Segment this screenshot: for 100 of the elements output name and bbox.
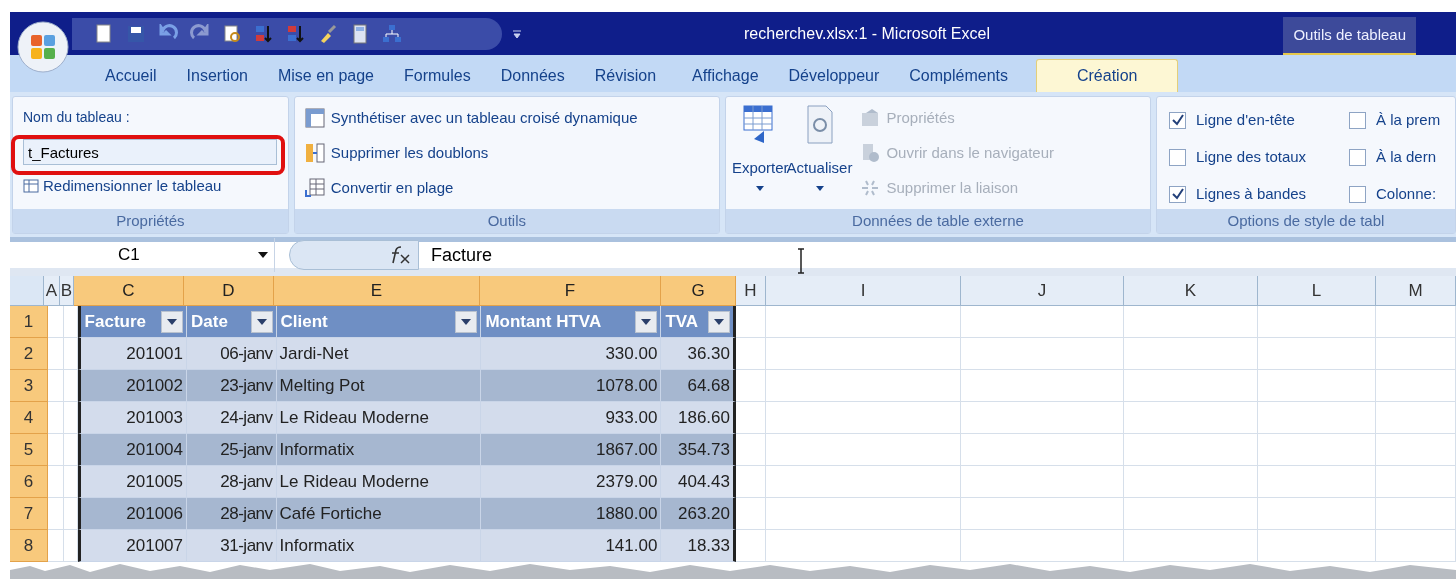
- grid-cell[interactable]: [1258, 466, 1376, 498]
- grid-cell[interactable]: [63, 306, 78, 338]
- row-header[interactable]: 6: [10, 466, 48, 498]
- grid-cell[interactable]: [1124, 338, 1258, 370]
- grid-cell[interactable]: [1258, 402, 1376, 434]
- table-name-field[interactable]: t_Factures: [23, 139, 277, 165]
- resize-table-button[interactable]: Redimensionner le tableau: [23, 175, 222, 198]
- grid-cell[interactable]: [63, 434, 78, 466]
- row-header[interactable]: 8: [10, 530, 48, 562]
- column-header[interactable]: M: [1376, 276, 1456, 306]
- grid-cell[interactable]: [961, 370, 1124, 402]
- grid-cell[interactable]: [1258, 370, 1376, 402]
- grid-cell[interactable]: [1258, 530, 1376, 562]
- grid-cell[interactable]: [736, 306, 766, 338]
- grid-cell[interactable]: [766, 402, 961, 434]
- grid-cell[interactable]: [961, 306, 1124, 338]
- grid-cell[interactable]: [63, 530, 78, 562]
- grid-cell[interactable]: [961, 530, 1124, 562]
- grid-cell[interactable]: [1376, 338, 1456, 370]
- grid-cell[interactable]: [961, 402, 1124, 434]
- ribbon-tab[interactable]: Formules: [402, 59, 473, 92]
- grid-cell[interactable]: [736, 434, 766, 466]
- checkbox[interactable]: [1349, 111, 1366, 129]
- column-header[interactable]: K: [1124, 276, 1258, 306]
- grid-cell[interactable]: [1124, 498, 1258, 530]
- select-all-corner[interactable]: [10, 276, 44, 306]
- grid-cell[interactable]: [1376, 402, 1456, 434]
- ribbon-tab[interactable]: Insertion: [184, 59, 250, 92]
- grid-cell[interactable]: [63, 338, 78, 370]
- checkbox-option[interactable]: À la prem: [1349, 107, 1455, 133]
- grid-cell[interactable]: [1258, 338, 1376, 370]
- ribbon-tab[interactable]: Affichage: [690, 59, 761, 92]
- checkbox-option[interactable]: Ligne des totaux: [1169, 144, 1349, 170]
- grid-cell[interactable]: [63, 498, 78, 530]
- grid-cell[interactable]: [1258, 498, 1376, 530]
- grid-cell[interactable]: [736, 466, 766, 498]
- filter-dropdown-button[interactable]: [250, 310, 273, 333]
- grid-cell[interactable]: [1376, 306, 1456, 338]
- ribbon-button[interactable]: Supprimer les doublons: [304, 140, 719, 166]
- grid-cell[interactable]: [736, 530, 766, 562]
- row-header[interactable]: 4: [10, 402, 48, 434]
- name-box[interactable]: C1: [10, 238, 275, 272]
- row-header[interactable]: 7: [10, 498, 48, 530]
- grid-cell[interactable]: [1376, 498, 1456, 530]
- sort-descending-icon[interactable]: [286, 23, 306, 44]
- column-header[interactable]: D: [184, 276, 274, 306]
- ribbon-tab[interactable]: Mise en page: [275, 59, 376, 92]
- grid-cell[interactable]: [1124, 434, 1258, 466]
- new-document-icon[interactable]: [94, 23, 114, 44]
- grid-cell[interactable]: [47, 530, 64, 562]
- column-header[interactable]: C: [74, 276, 184, 306]
- column-header[interactable]: L: [1258, 276, 1376, 306]
- grid-cell[interactable]: [1376, 530, 1456, 562]
- grid-cell[interactable]: [961, 434, 1124, 466]
- grid-cell[interactable]: [63, 402, 78, 434]
- ribbon-tab[interactable]: Développeur: [786, 59, 882, 92]
- calculator-icon[interactable]: [350, 23, 370, 44]
- grid-cell[interactable]: [736, 402, 766, 434]
- grid-cell[interactable]: [1376, 370, 1456, 402]
- checkbox[interactable]: [1169, 111, 1186, 129]
- grid-cell[interactable]: [1258, 434, 1376, 466]
- grid-cell[interactable]: [736, 370, 766, 402]
- grid-cell[interactable]: [47, 466, 64, 498]
- grid-cell[interactable]: [47, 306, 64, 338]
- grid-cell[interactable]: [1124, 370, 1258, 402]
- grid-cell[interactable]: [1376, 434, 1456, 466]
- column-header[interactable]: E: [274, 276, 480, 306]
- grid-cell[interactable]: [47, 434, 64, 466]
- column-header[interactable]: H: [736, 276, 766, 306]
- ribbon-button[interactable]: Convertir en plage: [304, 175, 719, 201]
- grid-cell[interactable]: [736, 338, 766, 370]
- grid-cell[interactable]: [47, 370, 64, 402]
- grid-cell[interactable]: [766, 370, 961, 402]
- grid-cell[interactable]: [1258, 306, 1376, 338]
- ribbon-tab[interactable]: Création: [1035, 59, 1179, 92]
- column-header[interactable]: B: [60, 276, 74, 306]
- grid-cell[interactable]: [961, 466, 1124, 498]
- grid-cell[interactable]: [1376, 466, 1456, 498]
- diagram-icon[interactable]: [382, 23, 402, 44]
- column-header[interactable]: A: [44, 276, 60, 306]
- grid-cell[interactable]: [1124, 466, 1258, 498]
- grid-cell[interactable]: [736, 498, 766, 530]
- ribbon-button[interactable]: Synthétiser avec un tableau croisé dynamique: [304, 105, 719, 131]
- checkbox-option[interactable]: Lignes à bandes: [1169, 181, 1349, 207]
- formula-field[interactable]: Facture: [431, 241, 493, 269]
- grid-cell[interactable]: [47, 498, 64, 530]
- grid-cell[interactable]: [47, 402, 64, 434]
- row-header[interactable]: 5: [10, 434, 48, 466]
- checkbox-option[interactable]: Colonne:: [1349, 181, 1455, 207]
- grid-cell[interactable]: [47, 338, 64, 370]
- ribbon-tab[interactable]: Compléments: [907, 59, 1010, 92]
- grid-cell[interactable]: [766, 466, 961, 498]
- column-header[interactable]: J: [961, 276, 1124, 306]
- grid-cell[interactable]: [961, 338, 1124, 370]
- grid-cell[interactable]: [766, 498, 961, 530]
- checkbox[interactable]: [1349, 148, 1366, 166]
- ribbon-tab[interactable]: Données: [498, 59, 567, 92]
- sort-ascending-icon[interactable]: [254, 23, 274, 44]
- checkbox[interactable]: [1169, 185, 1186, 203]
- grid-cell[interactable]: [961, 498, 1124, 530]
